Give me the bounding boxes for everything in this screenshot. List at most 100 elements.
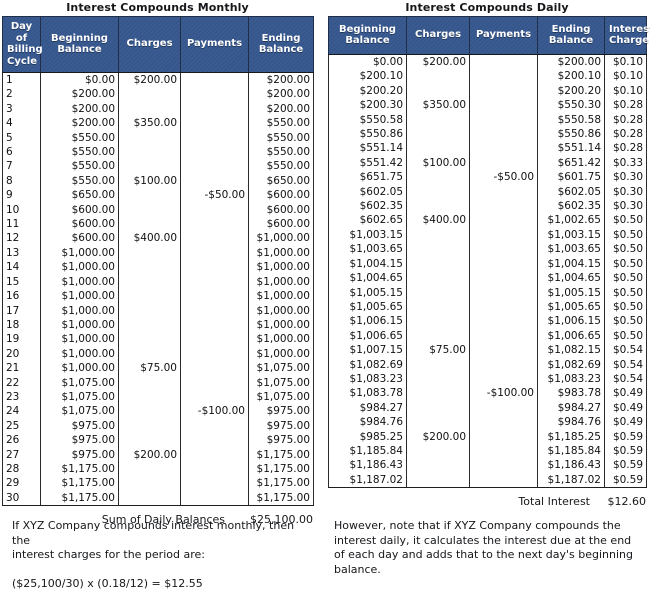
- daily-col-beg-l2: Balance: [345, 35, 389, 46]
- daily-col-beginning-balance: Beginning Balance: [329, 17, 407, 55]
- cell-value: [470, 415, 538, 429]
- table-row: $985.25$200.00$1,185.25$0.59: [329, 430, 647, 444]
- cell-value: $1,075.00: [41, 404, 119, 418]
- cell-value: [119, 404, 181, 418]
- daily-col-end-l1: Ending: [552, 24, 591, 35]
- monthly-table-head: Day of Billing Cycle Beginning Balance C…: [3, 17, 314, 73]
- cell-value: [181, 203, 249, 217]
- cell-value: [181, 217, 249, 231]
- cell-value: $0.28: [605, 127, 647, 141]
- cell-value: $1,075.00: [41, 390, 119, 404]
- daily-col-end-l2: Balance: [549, 35, 593, 46]
- cell-value: $550.30: [538, 98, 605, 112]
- table-row: $1,083.23$1,083.23$0.54: [329, 372, 647, 386]
- cell-day: 28: [3, 462, 41, 476]
- monthly-table-body: 1$0.00$200.00$200.002$200.00$200.003$200…: [3, 73, 314, 506]
- cell-value: $1,006.65: [538, 329, 605, 343]
- cell-value: [470, 329, 538, 343]
- cell-value: [470, 300, 538, 314]
- cell-value: $200.00: [41, 87, 119, 101]
- monthly-col-ending-balance: Ending Balance: [249, 17, 314, 73]
- cell-value: $75.00: [119, 361, 181, 375]
- cell-value: [181, 246, 249, 260]
- cell-value: $1,000.00: [41, 275, 119, 289]
- cell-value: $1,187.02: [329, 473, 407, 488]
- cell-value: $1,000.00: [249, 347, 314, 361]
- monthly-col-payments: Payments: [181, 17, 249, 73]
- cell-value: $0.30: [605, 185, 647, 199]
- cell-value: [181, 448, 249, 462]
- cell-value: $0.50: [605, 286, 647, 300]
- cell-day: 21: [3, 361, 41, 375]
- cell-value: $1,004.65: [329, 271, 407, 285]
- cell-value: [470, 127, 538, 141]
- cell-value: $200.00: [119, 73, 181, 88]
- cell-value: $0.50: [605, 314, 647, 328]
- cell-value: [407, 199, 470, 213]
- cell-value: [470, 55, 538, 70]
- daily-total-value: $12.60: [600, 495, 646, 508]
- cell-value: [119, 347, 181, 361]
- cell-value: [119, 332, 181, 346]
- table-row: $1,003.15$1,003.15$0.50: [329, 228, 647, 242]
- page-root: Interest Compounds Monthly Day of Billin…: [0, 0, 650, 579]
- cell-value: $350.00: [119, 116, 181, 130]
- cell-value: [407, 84, 470, 98]
- cell-value: $100.00: [119, 174, 181, 188]
- cell-value: $602.05: [538, 185, 605, 199]
- cell-value: $200.20: [538, 84, 605, 98]
- cell-value: [119, 289, 181, 303]
- cell-value: $551.14: [329, 141, 407, 155]
- cell-day: 25: [3, 419, 41, 433]
- cell-day: 3: [3, 102, 41, 116]
- cell-value: $0.10: [605, 69, 647, 83]
- monthly-col-beginning-balance: Beginning Balance: [41, 17, 119, 73]
- daily-totals-row: Total Interest $12.60: [328, 491, 646, 511]
- cell-value: [470, 257, 538, 271]
- cell-value: $650.00: [249, 174, 314, 188]
- cell-value: [407, 444, 470, 458]
- cell-value: $1,000.00: [41, 304, 119, 318]
- cell-value: $1,000.00: [249, 246, 314, 260]
- table-row: $1,003.65$1,003.65$0.50: [329, 242, 647, 256]
- daily-title: Interest Compounds Daily: [328, 0, 646, 16]
- cell-value: [407, 358, 470, 372]
- cell-value: $650.00: [41, 188, 119, 202]
- table-row: 19$1,000.00$1,000.00: [3, 332, 314, 346]
- cell-value: [181, 131, 249, 145]
- table-row: 4$200.00$350.00$550.00: [3, 116, 314, 130]
- cell-value: [407, 314, 470, 328]
- cell-value: $602.65: [329, 213, 407, 227]
- table-row: $1,004.65$1,004.65$0.50: [329, 271, 647, 285]
- cell-value: $200.00: [41, 116, 119, 130]
- cell-day: 20: [3, 347, 41, 361]
- cell-value: $1,000.00: [249, 260, 314, 274]
- table-row: $0.00$200.00$200.00$0.10: [329, 55, 647, 70]
- cell-value: $1,075.00: [249, 361, 314, 375]
- cell-value: $1,004.65: [538, 271, 605, 285]
- cell-value: [119, 462, 181, 476]
- cell-value: $600.00: [41, 231, 119, 245]
- cell-value: [181, 260, 249, 274]
- cell-value: $975.00: [249, 433, 314, 447]
- cell-value: $400.00: [119, 231, 181, 245]
- cell-value: $1,083.23: [329, 372, 407, 386]
- cell-value: $200.00: [119, 448, 181, 462]
- table-row: $984.76$984.76$0.49: [329, 415, 647, 429]
- cell-value: $1,185.84: [329, 444, 407, 458]
- monthly-col-end-l1: Ending: [262, 33, 301, 44]
- cell-value: [181, 275, 249, 289]
- cell-value: [470, 156, 538, 170]
- daily-note-line-4: balance.: [334, 563, 642, 578]
- cell-value: $0.50: [605, 271, 647, 285]
- cell-value: [181, 476, 249, 490]
- cell-value: [470, 271, 538, 285]
- cell-value: [181, 433, 249, 447]
- table-row: 16$1,000.00$1,000.00: [3, 289, 314, 303]
- cell-day: 29: [3, 476, 41, 490]
- cell-value: $1,006.65: [329, 329, 407, 343]
- table-row: 11$600.00$600.00: [3, 217, 314, 231]
- cell-value: $400.00: [407, 213, 470, 227]
- table-row: 17$1,000.00$1,000.00: [3, 304, 314, 318]
- cell-value: $0.50: [605, 329, 647, 343]
